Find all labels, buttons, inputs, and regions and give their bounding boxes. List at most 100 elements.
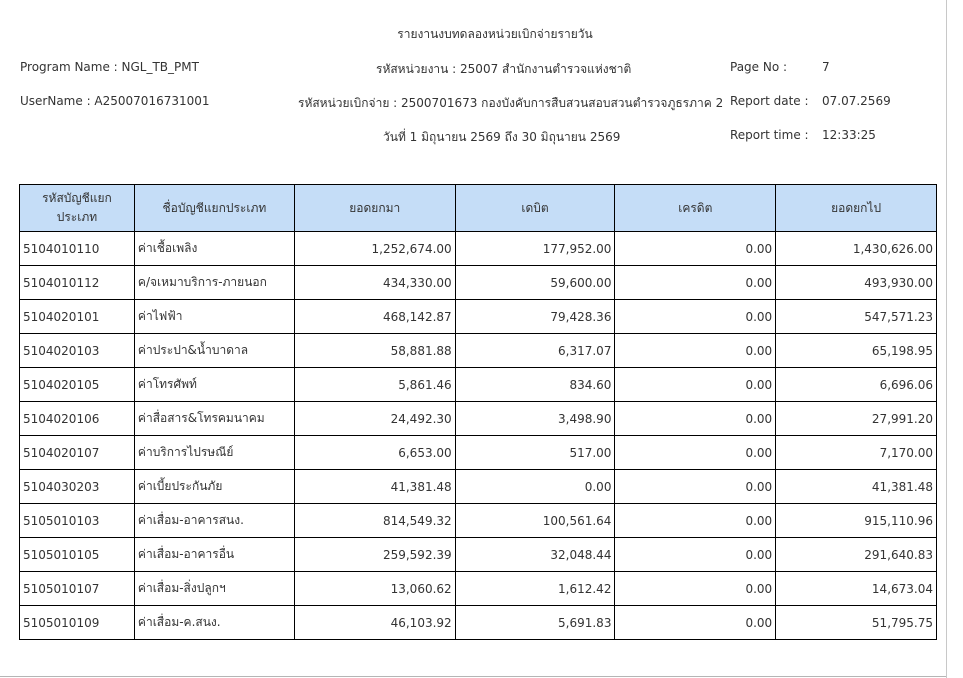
account-code-cell: 5104010112	[19, 265, 135, 300]
opening-balance-cell: 58,881.88	[293, 333, 456, 368]
account-name-cell: ค่าประปา&น้ำบาดาล	[133, 333, 295, 368]
user-name: UserName : A25007016731001	[20, 94, 210, 108]
opening-balance-cell: 1,252,674.00	[293, 231, 456, 266]
debit-cell: 1,612.42	[454, 571, 616, 606]
opening-balance-cell: 434,330.00	[293, 265, 456, 300]
table-header-row: รหัสบัญชีแยกประเภท ชื่อบัญชีแยกประเภท ยอ…	[19, 184, 937, 232]
program-name: Program Name : NGL_TB_PMT	[20, 60, 199, 74]
credit-cell: 0.00	[614, 333, 777, 368]
debit-cell: 6,317.07	[454, 333, 616, 368]
closing-balance-cell: 1,430,626.00	[775, 231, 937, 266]
credit-cell: 0.00	[614, 367, 777, 402]
report-time-label: Report time :	[730, 128, 809, 142]
debit-cell: 177,952.00	[454, 231, 616, 266]
report-date-value: 07.07.2569	[822, 94, 891, 108]
closing-balance-cell: 27,991.20	[775, 401, 937, 436]
header-account-name: ชื่อบัญชีแยกประเภท	[133, 184, 295, 232]
account-name-cell: ค่าไฟฟ้า	[133, 299, 295, 334]
agency-code: รหัสหน่วยงาน : 25007 สำนักงานตำรวจแห่งชา…	[376, 62, 632, 76]
closing-balance-cell: 915,110.96	[775, 503, 937, 538]
page-number-value: 7	[822, 60, 830, 74]
table-row: 5104010112 ค/จเหมาบริการ-ภายนอก 434,330.00…	[19, 265, 937, 300]
credit-cell: 0.00	[614, 299, 777, 334]
opening-balance-cell: 46,103.92	[293, 605, 456, 640]
report-title: รายงานงบทดลองหน่วยเบิกจ่ายรายวัน	[397, 27, 593, 41]
closing-balance-cell: 7,170.00	[775, 435, 937, 470]
opening-balance-cell: 13,060.62	[293, 571, 456, 606]
debit-cell: 59,600.00	[454, 265, 616, 300]
disbursement-unit: รหัสหน่วยเบิกจ่าย : 2500701673 กองบังคับ…	[298, 96, 724, 110]
header-account-code: รหัสบัญชีแยกประเภท	[19, 184, 135, 232]
debit-cell: 834.60	[454, 367, 616, 402]
table-row: 5104020105 ค่าโทรศัพท์ 5,861.46 834.60 0.00 6…	[19, 367, 937, 402]
header-closing-balance: ยอดยกไป	[775, 184, 937, 232]
table-row: 5105010107 ค่าเสื่อม-สิ่งปลูกฯ 13,060.62 1,…	[19, 571, 937, 606]
window-right-edge	[946, 0, 963, 678]
table-row: 5104020101 ค่าไฟฟ้า 468,142.87 79,428.36 0.0…	[19, 299, 937, 334]
opening-balance-cell: 814,549.32	[293, 503, 456, 538]
debit-cell: 517.00	[454, 435, 616, 470]
credit-cell: 0.00	[614, 435, 777, 470]
closing-balance-cell: 6,696.06	[775, 367, 937, 402]
report-time-value: 12:33:25	[822, 128, 876, 142]
table-row: 5104020103 ค่าประปา&น้ำบาดาล 58,881.88 6,31…	[19, 333, 937, 368]
closing-balance-cell: 65,198.95	[775, 333, 937, 368]
credit-cell: 0.00	[614, 605, 777, 640]
account-code-cell: 5104010110	[19, 231, 135, 266]
report-date-label: Report date :	[730, 94, 809, 108]
account-code-cell: 5105010107	[19, 571, 135, 606]
table-row: 5104010110 ค่าเชื้อเพลิง 1,252,674.00 177,9…	[19, 231, 937, 266]
table-row: 5104020106 ค่าสื่อสาร&โทรคมนาคม 24,492.30 3…	[19, 401, 937, 436]
credit-cell: 0.00	[614, 401, 777, 436]
account-code-cell: 5104020106	[19, 401, 135, 436]
account-name-cell: ค่าเบี้ยประกันภัย	[133, 469, 295, 504]
closing-balance-cell: 547,571.23	[775, 299, 937, 334]
opening-balance-cell: 468,142.87	[293, 299, 456, 334]
debit-cell: 32,048.44	[454, 537, 616, 572]
credit-cell: 0.00	[614, 571, 777, 606]
account-name-cell: ค่าเสื่อม-อาคารสนง.	[133, 503, 295, 538]
debit-cell: 5,691.83	[454, 605, 616, 640]
opening-balance-cell: 24,492.30	[293, 401, 456, 436]
opening-balance-cell: 259,592.39	[293, 537, 456, 572]
account-name-cell: ค่าสื่อสาร&โทรคมนาคม	[133, 401, 295, 436]
debit-cell: 100,561.64	[454, 503, 616, 538]
report-page: รายงานงบทดลองหน่วยเบิกจ่ายรายวัน Program…	[0, 0, 946, 677]
account-code-cell: 5105010105	[19, 537, 135, 572]
account-name-cell: ค่าเสื่อม-ค.สนง.	[133, 605, 295, 640]
account-name-cell: ค่าโทรศัพท์	[133, 367, 295, 402]
account-code-cell: 5105010103	[19, 503, 135, 538]
account-name-cell: ค่าเสื่อม-อาคารอื่น	[133, 537, 295, 572]
account-name-cell: ค/จเหมาบริการ-ภายนอก	[133, 265, 295, 300]
closing-balance-cell: 493,930.00	[775, 265, 937, 300]
debit-cell: 0.00	[454, 469, 616, 504]
account-code-cell: 5105010109	[19, 605, 135, 640]
closing-balance-cell: 51,795.75	[775, 605, 937, 640]
credit-cell: 0.00	[614, 469, 777, 504]
closing-balance-cell: 41,381.48	[775, 469, 937, 504]
table-body: 5104010110 ค่าเชื้อเพลิง 1,252,674.00 177,9…	[19, 231, 937, 640]
opening-balance-cell: 41,381.48	[293, 469, 456, 504]
credit-cell: 0.00	[614, 231, 777, 266]
closing-balance-cell: 14,673.04	[775, 571, 937, 606]
table-row: 5104030203 ค่าเบี้ยประกันภัย 41,381.48 0.00…	[19, 469, 937, 504]
table-row: 5104020107 ค่าบริการไปรษณีย์ 6,653.00 517.0…	[19, 435, 937, 470]
account-code-cell: 5104030203	[19, 469, 135, 504]
debit-cell: 3,498.90	[454, 401, 616, 436]
closing-balance-cell: 291,640.83	[775, 537, 937, 572]
header-credit: เครดิต	[614, 184, 777, 232]
account-code-cell: 5104020103	[19, 333, 135, 368]
account-code-cell: 5104020107	[19, 435, 135, 470]
credit-cell: 0.00	[614, 537, 777, 572]
page-number-label: Page No :	[730, 60, 788, 74]
date-range: วันที่ 1 มิถุนายน 2569 ถึง 30 มิถุนายน 2…	[383, 130, 621, 144]
credit-cell: 0.00	[614, 503, 777, 538]
opening-balance-cell: 5,861.46	[293, 367, 456, 402]
account-name-cell: ค่าเสื่อม-สิ่งปลูกฯ	[133, 571, 295, 606]
trial-balance-table: รหัสบัญชีแยกประเภท ชื่อบัญชีแยกประเภท ยอ…	[19, 184, 937, 640]
credit-cell: 0.00	[614, 265, 777, 300]
debit-cell: 79,428.36	[454, 299, 616, 334]
table-row: 5105010105 ค่าเสื่อม-อาคารอื่น 259,592.39 3…	[19, 537, 937, 572]
account-name-cell: ค่าเชื้อเพลิง	[133, 231, 295, 266]
table-row: 5105010103 ค่าเสื่อม-อาคารสนง. 814,549.32 1…	[19, 503, 937, 538]
